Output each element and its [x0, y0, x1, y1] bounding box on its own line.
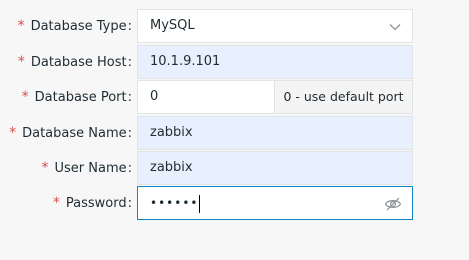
database-port-label-text: Database Port [34, 90, 127, 105]
eye-off-icon[interactable] [384, 195, 402, 213]
database-port-input[interactable]: 0 [137, 80, 275, 114]
database-port-label: * Database Port: [22, 80, 132, 114]
label-colon: : [127, 55, 132, 70]
user-name-label: * User Name: [41, 151, 132, 185]
row-database-type: * Database Type: MySQL [0, 9, 469, 43]
label-colon: : [127, 161, 132, 176]
label-colon: : [127, 126, 132, 141]
row-database-port: * Database Port: 0 0 - use default port [0, 80, 469, 114]
database-host-label-text: Database Host [30, 55, 127, 70]
label-colon: : [127, 19, 132, 34]
user-name-value: zabbix [150, 160, 193, 175]
database-name-input[interactable]: zabbix [137, 116, 413, 150]
database-name-value: zabbix [150, 125, 193, 140]
required-mark: * [52, 195, 60, 211]
row-password: * Password: •••••• [0, 186, 469, 220]
database-port-value: 0 [150, 89, 159, 104]
required-mark: * [41, 160, 49, 176]
database-type-select[interactable]: MySQL [137, 9, 413, 43]
password-masked-value: •••••• [150, 196, 199, 210]
row-database-host: * Database Host: 10.1.9.101 [0, 45, 469, 79]
database-host-input[interactable]: 10.1.9.101 [137, 45, 413, 79]
database-config-form: * Database Type: MySQL * Database Host: 10… [0, 0, 469, 260]
password-label: * Password: [53, 186, 132, 220]
password-label-text: Password [65, 196, 127, 211]
database-name-label: * Database Name: [9, 116, 132, 150]
database-type-label-text: Database Type [30, 19, 127, 34]
user-name-label-text: User Name [54, 161, 127, 176]
chevron-down-icon[interactable] [388, 20, 402, 34]
database-port-hint: 0 - use default port [274, 80, 413, 114]
database-type-label: * Database Type: [18, 9, 132, 43]
required-mark: * [21, 89, 29, 105]
label-colon: : [127, 196, 132, 211]
required-mark: * [17, 54, 25, 70]
required-mark: * [9, 125, 17, 141]
user-name-input[interactable]: zabbix [137, 151, 413, 185]
row-database-name: * Database Name: zabbix [0, 116, 469, 150]
database-name-label-text: Database Name [22, 126, 127, 141]
database-host-value: 10.1.9.101 [150, 54, 221, 69]
label-colon: : [127, 90, 132, 105]
database-type-value: MySQL [150, 18, 195, 33]
text-cursor [199, 194, 201, 213]
database-host-label: * Database Host: [18, 45, 132, 79]
required-mark: * [17, 18, 25, 34]
password-input[interactable]: •••••• [137, 186, 413, 220]
row-user-name: * User Name: zabbix [0, 151, 469, 185]
